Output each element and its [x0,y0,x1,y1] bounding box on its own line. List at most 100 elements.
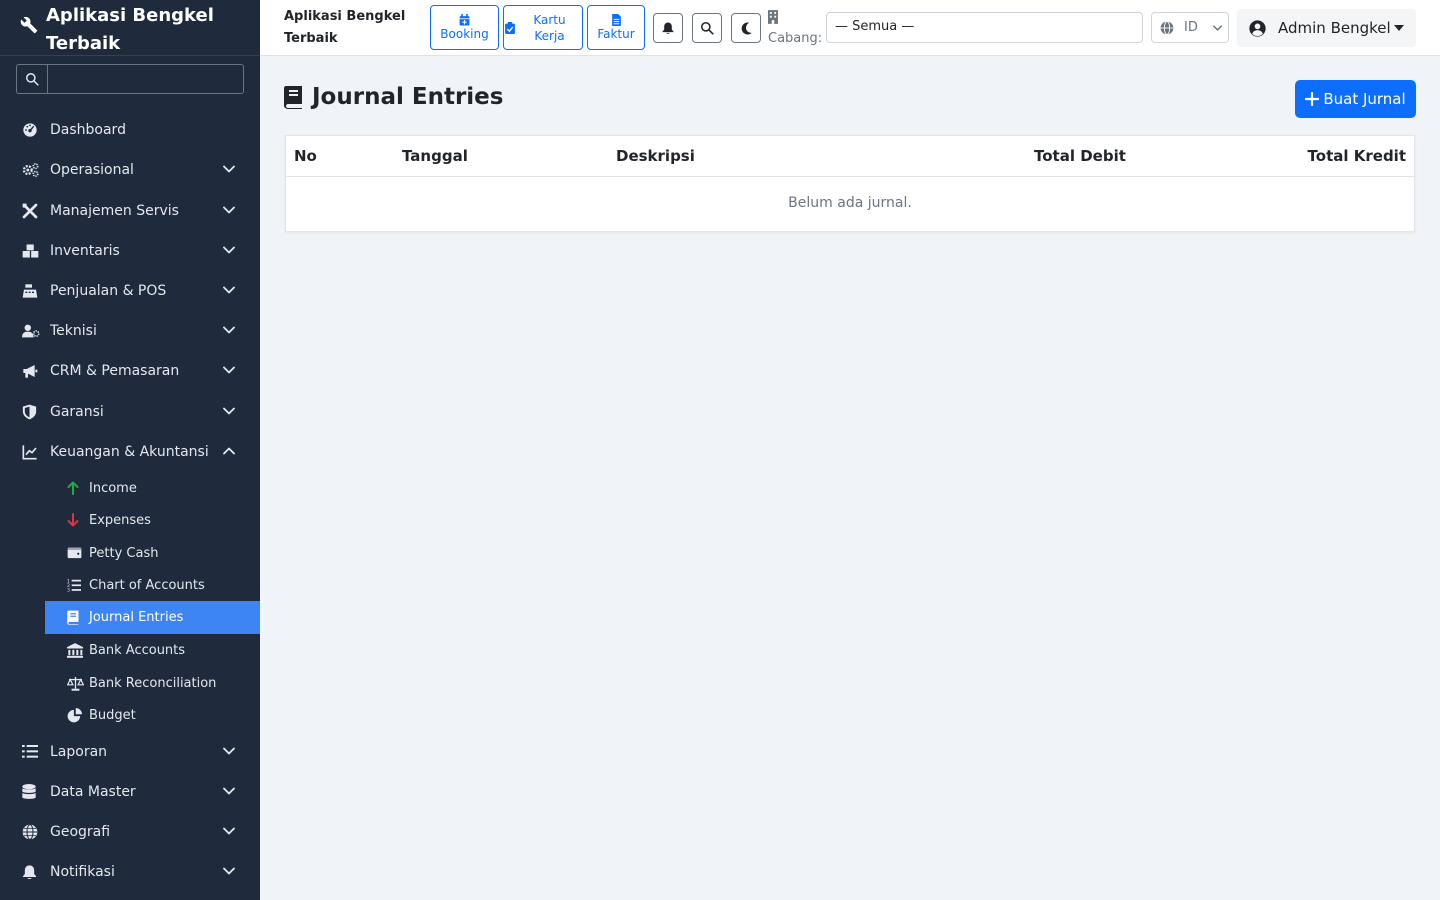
column-header-total-debit[interactable]: Total Debit [1034,147,1126,165]
search-icon [700,21,714,35]
empty-state-message: Belum ada jurnal. [788,195,912,211]
language-value: ID [1184,20,1198,35]
sidebar-item-inventaris[interactable]: Inventaris [0,231,260,271]
chevron-down-icon [223,206,235,214]
create-journal-button[interactable]: Buat Jurnal [1295,80,1416,118]
database-icon [22,784,36,800]
branch-select[interactable]: — Semua — [826,12,1143,43]
chevron-down-icon [223,867,235,875]
column-header-tanggal[interactable]: Tanggal [402,147,468,165]
arrow-down-icon [67,513,79,527]
book-icon [67,610,80,625]
bank-icon [67,643,83,658]
list-ol-icon: 123 [67,578,81,592]
bell-icon [662,21,674,35]
arrow-up-icon [67,481,79,495]
sidebar-item-manajemen-servis[interactable]: Manajemen Servis [0,191,260,231]
book-icon [284,85,304,109]
chevron-down-icon [223,827,235,835]
chevron-down-icon [223,246,235,254]
sidebar-item-penjualan-pos[interactable]: Penjualan & POS [0,271,260,311]
branch-label: Cabang: [768,31,823,46]
sidebar-subitem-bank-reconciliation[interactable]: Bank Reconciliation [45,667,260,699]
gauge-icon [22,122,38,138]
brand[interactable]: Aplikasi Bengkel Terbaik [0,0,260,56]
tools-icon [22,203,38,219]
list-icon [22,744,38,758]
sidebar-subitem-income[interactable]: Income [45,472,260,504]
dark-mode-toggle[interactable] [731,13,761,43]
search-icon[interactable] [17,65,48,93]
page-title: Journal Entries [284,84,503,110]
chevron-down-icon [223,165,235,173]
invoice-icon [611,13,621,26]
globe-icon [1160,20,1174,35]
sidebar-item-operasional[interactable]: Operasional [0,150,260,190]
sidebar: Aplikasi Bengkel Terbaik Dashboard Opera… [0,0,260,900]
boxes-icon [22,243,39,259]
sidebar-item-data-master[interactable]: Data Master [0,772,260,812]
column-header-no[interactable]: No [294,147,317,165]
kartu-kerja-label: Kartu Kerja [504,12,582,44]
column-header-total-kredit[interactable]: Total Kredit [1308,147,1406,165]
global-search-button[interactable] [692,13,722,43]
wrench-icon [20,16,38,34]
chevron-down-icon [223,286,235,294]
sidebar-search-input[interactable] [48,65,243,93]
topbar: Aplikasi Bengkel Terbaik Booking Kartu K… [260,0,1440,56]
sidebar-subitem-bank-accounts[interactable]: Bank Accounts [45,634,260,666]
sidebar-item-garansi[interactable]: Garansi [0,392,260,432]
clipboard-check-icon [504,21,515,34]
sidebar-subitem-chart-of-accounts[interactable]: 123 Chart of Accounts [45,569,260,601]
sidebar-subitem-budget[interactable]: Budget [45,699,260,731]
chevron-down-icon [1213,25,1222,31]
sidebar-item-teknisi[interactable]: Teknisi [0,311,260,351]
megaphone-icon [22,363,38,379]
app-title: Aplikasi Bengkel Terbaik [284,9,406,46]
sidebar-subitem-journal-entries[interactable]: Journal Entries [45,601,260,634]
sidebar-subitem-petty-cash[interactable]: Petty Cash [45,537,260,569]
sidebar-item-laporan[interactable]: Laporan [0,732,260,772]
wallet-icon [67,546,82,559]
chevron-down-icon [223,407,235,415]
notification-button[interactable] [653,13,683,43]
user-menu-button[interactable]: Admin Bengkel [1237,9,1416,47]
journal-entries-table: No Tanggal Deskripsi Total Debit Total K… [285,135,1415,232]
chevron-down-icon [223,787,235,795]
sidebar-subitem-expenses[interactable]: Expenses [45,504,260,536]
sidebar-item-keuangan-akuntansi[interactable]: Keuangan & Akuntansi [0,432,260,472]
scale-icon [67,676,84,691]
sidebar-item-crm-pemasaran[interactable]: CRM & Pemasaran [0,351,260,391]
sidebar-item-dashboard[interactable]: Dashboard [0,110,260,150]
user-avatar-icon [1249,19,1266,37]
plus-icon [1305,92,1320,106]
table-header: No Tanggal Deskripsi Total Debit Total K… [286,136,1414,177]
shield-icon [22,404,37,420]
sidebar-item-notifikasi[interactable]: Notifikasi [0,852,260,892]
chart-line-icon [22,444,38,460]
user-name: Admin Bengkel [1278,19,1391,37]
moon-icon [740,22,752,35]
user-gear-icon [22,323,40,339]
svg-text:3: 3 [67,587,70,592]
faktur-button[interactable]: Faktur [587,5,645,50]
kartu-kerja-button[interactable]: Kartu Kerja [503,5,583,50]
cash-register-icon [22,283,38,299]
chevron-down-icon [223,326,235,334]
bell-icon [22,864,37,880]
caret-down-icon [1394,25,1404,31]
column-header-deskripsi[interactable]: Deskripsi [616,147,695,165]
booking-button[interactable]: Booking [430,5,499,50]
sidebar-item-geografi[interactable]: Geografi [0,812,260,852]
brand-title: Aplikasi Bengkel Terbaik [46,5,214,54]
language-select[interactable]: ID [1151,12,1229,43]
page-header: Journal Entries Buat Jurnal [284,80,1416,118]
chevron-down-icon [223,747,235,755]
chevron-up-icon [223,447,235,455]
pie-chart-icon [67,708,82,723]
sidebar-search [16,64,244,94]
globe-icon [22,824,38,840]
chevron-down-icon [223,366,235,374]
calendar-plus-icon [459,13,470,26]
building-icon [768,10,778,24]
